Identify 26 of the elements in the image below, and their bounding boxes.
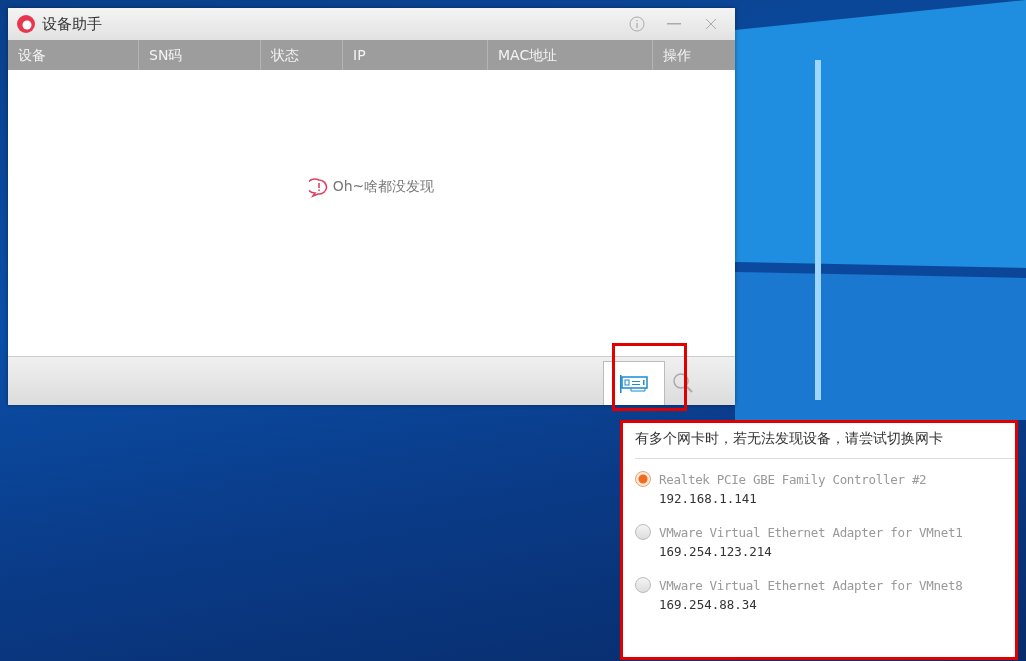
column-header: SN码 [138,40,260,70]
window-title: 设备助手 [42,14,103,34]
search-icon [671,371,695,395]
empty-message: Oh~啥都没发现 [332,178,435,196]
hint-text: 有多个网卡时，若无法发现设备，请尝试切换网卡 [635,426,1015,459]
column-header: IP [342,40,487,70]
info-icon [629,16,645,32]
radio-button[interactable] [635,577,651,593]
adapter-name: Realtek PCIe GBE Family Controller #2 [659,471,927,487]
column-header: 状态 [260,40,342,70]
network-card-icon [619,373,649,394]
adapter-name: VMware Virtual Ethernet Adapter for VMnet8 [659,577,963,593]
ip-address: 169.254.123.214 [658,544,773,559]
adapter-name: VMware Virtual Ethernet Adapter for VMnet1 [659,524,963,540]
column-header: MAC地址 [487,40,652,70]
column-header: 操作 [652,40,735,70]
radio-button[interactable] [635,471,651,487]
app-logo-icon [16,14,36,34]
network-card-button[interactable] [603,361,665,405]
ip-address: 192.168.1.141 [658,491,758,506]
close-icon [703,16,719,32]
column-header: 设备 [17,46,47,65]
ip-address: 169.254.88.34 [658,597,758,612]
radio-button[interactable] [635,524,651,540]
minimize-icon [667,23,681,25]
warning-bubble-icon [308,178,329,198]
